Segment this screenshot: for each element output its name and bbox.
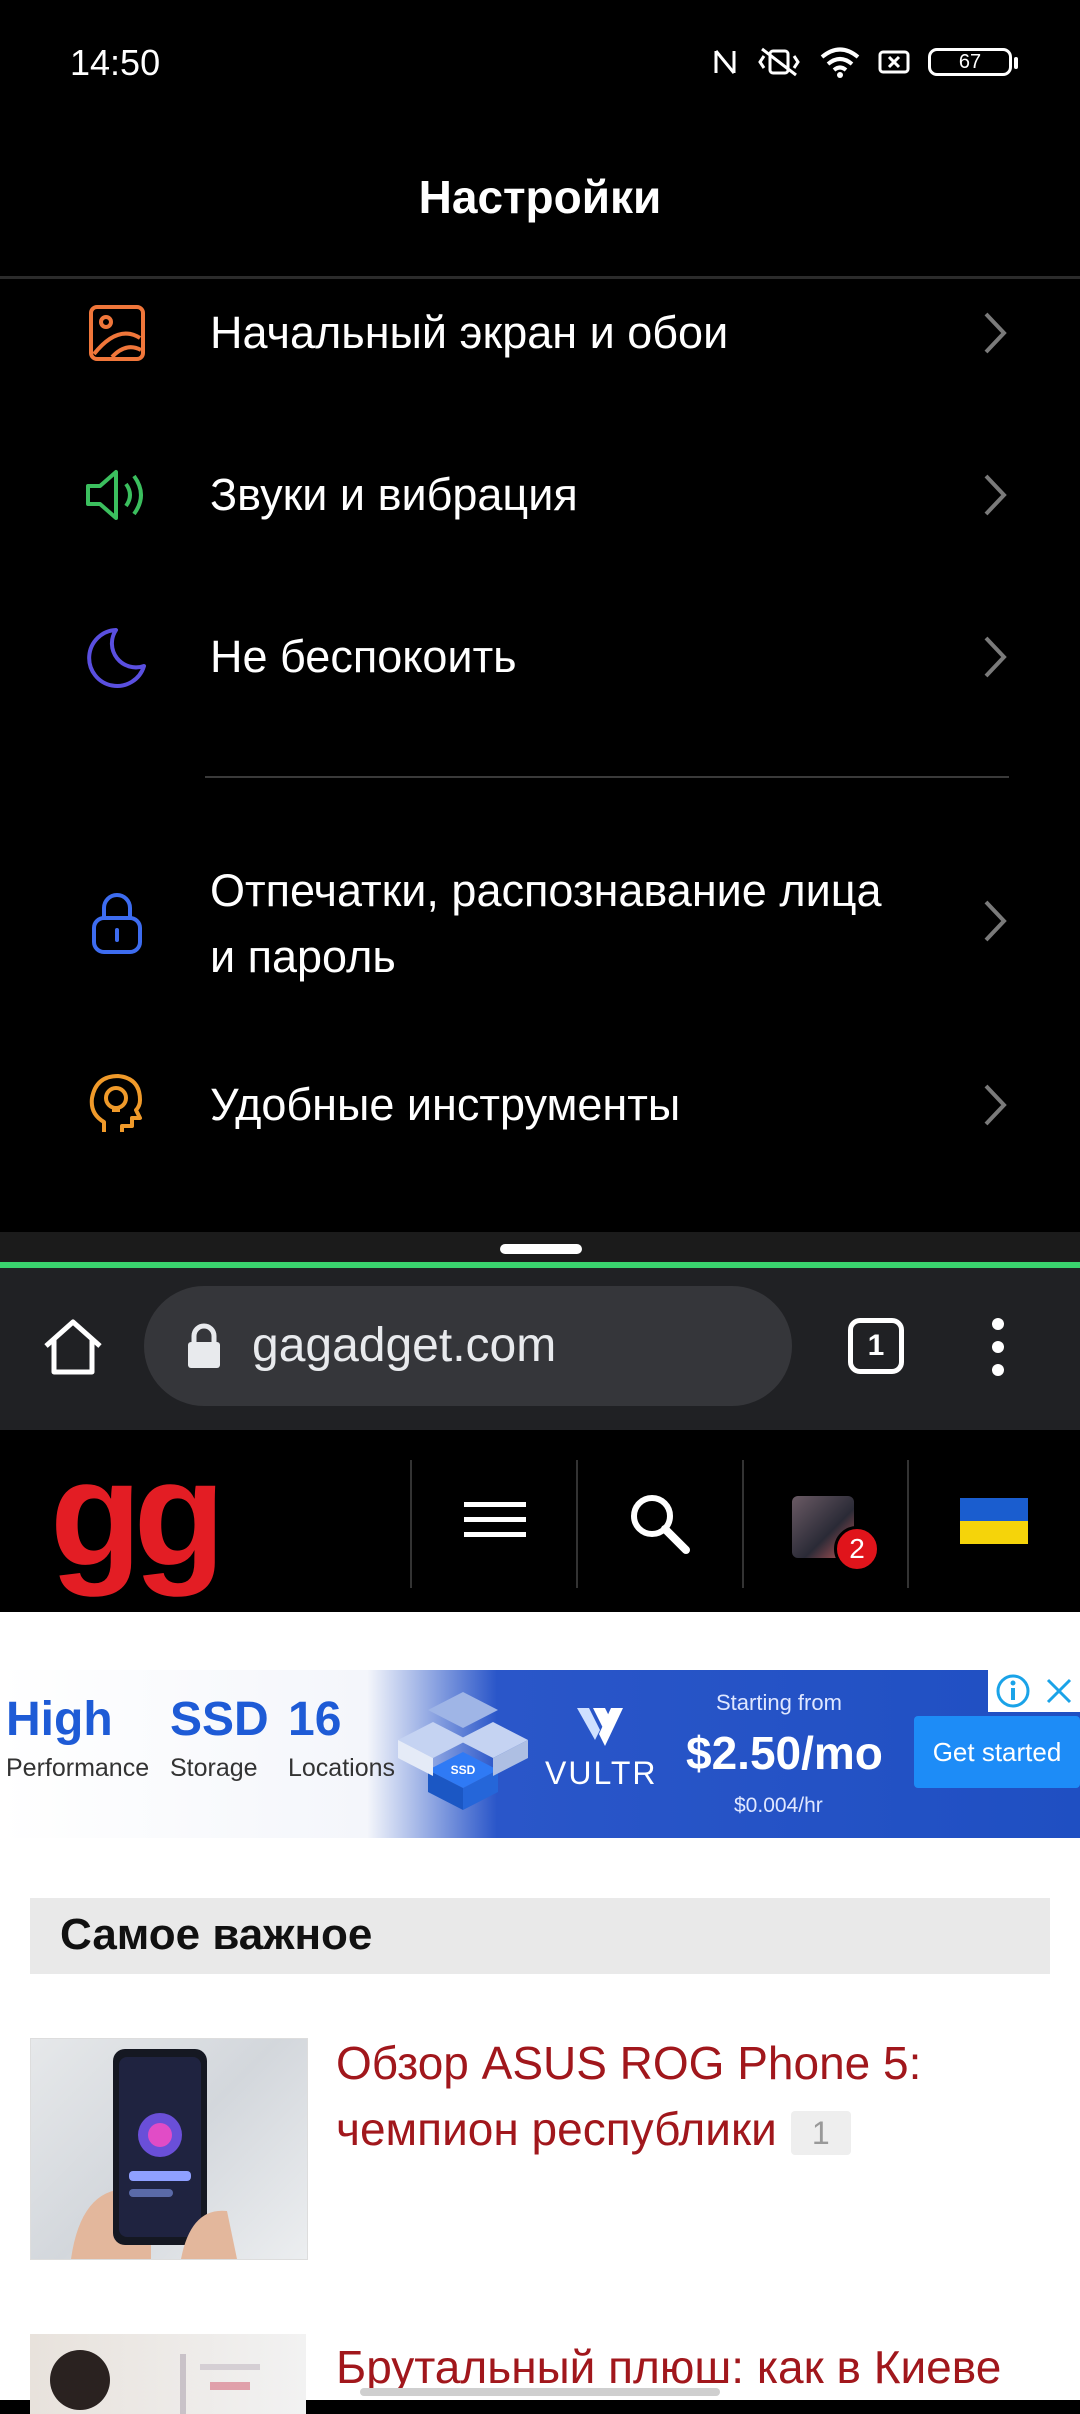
notification-badge[interactable]: 2 [834, 1526, 880, 1572]
ad-feature-label: Locations [288, 1754, 396, 1782]
ad-price: $2.50/mo [686, 1727, 883, 1779]
settings-item-label: Удобные инструменты [210, 1079, 681, 1130]
ukraine-flag-icon[interactable] [960, 1498, 1028, 1544]
ssd-cubes-graphic: SSD [398, 1692, 528, 1810]
ad-get-started-button[interactable]: Get started [914, 1716, 1080, 1788]
comment-count[interactable]: 1 [790, 2110, 851, 2155]
section-title: Самое важное [60, 1910, 373, 1959]
phone-in-hand-image [71, 2049, 237, 2259]
ssd-cube-label: SSD [451, 1763, 476, 1777]
ad-feature-value: High [6, 1693, 113, 1746]
status-bar: 14:50 67 [0, 0, 1080, 130]
ad-feature-performance: High Performance [6, 1692, 149, 1788]
article-title[interactable]: Обзор ASUS ROG Phone 5: чемпион республи… [336, 2030, 921, 2162]
lock-icon [92, 893, 142, 954]
article-title-line2[interactable]: чемпион республики [336, 2103, 777, 2155]
page-scrollbar[interactable] [360, 2388, 720, 2396]
screen-record-icon [878, 50, 910, 74]
ad-close-icon[interactable] [1044, 1676, 1074, 1706]
chevron-right-icon [984, 636, 1007, 678]
hamburger-menu-icon[interactable] [464, 1498, 526, 1542]
ad-info-icon[interactable] [995, 1673, 1031, 1709]
article-thumbnail[interactable] [30, 2038, 308, 2260]
settings-title: Настройки [418, 171, 662, 223]
chevron-right-icon [984, 312, 1007, 354]
wallpaper-icon [89, 305, 145, 361]
vibrate-off-icon [758, 47, 800, 77]
article-image [50, 2350, 260, 2414]
more-menu-icon[interactable] [978, 1312, 1018, 1382]
wifi-icon [820, 47, 860, 78]
settings-item-tools[interactable]: Удобные инструменты [0, 1030, 1080, 1180]
nfc-icon [714, 50, 736, 74]
ad-hourly-price: $0.004/hr [734, 1794, 823, 1817]
vultr-ad-banner[interactable]: High Performance SSD Storage 16 Location… [0, 1670, 1080, 1838]
article-title-line1[interactable]: Обзор ASUS ROG Phone 5: [336, 2037, 921, 2089]
status-time: 14:50 [70, 42, 161, 83]
settings-item-security[interactable]: Отпечатки, распознавание лица и пароль [0, 842, 1080, 1002]
settings-item-label: Звуки и вибрация [210, 469, 578, 520]
header-separator [576, 1460, 578, 1588]
header-separator [907, 1460, 909, 1588]
secure-lock-icon [188, 1323, 220, 1368]
status-icons: 67 [712, 46, 1018, 78]
chevron-right-icon [984, 1084, 1007, 1126]
tab-switcher-button[interactable]: 1 [848, 1318, 904, 1374]
settings-item-home-screen[interactable]: Начальный экран и обои [0, 258, 1080, 408]
ad-feature-value: SSD [170, 1693, 269, 1746]
settings-item-label: Не беспокоить [210, 631, 517, 682]
ad-choices[interactable] [988, 1670, 1080, 1712]
settings-item-do-not-disturb[interactable]: Не беспокоить [0, 582, 1080, 732]
ad-feature-value: 16 [288, 1693, 342, 1746]
ad-feature-locations: 16 Locations [288, 1692, 395, 1788]
settings-item-sounds[interactable]: Звуки и вибрация [0, 420, 1080, 570]
address-bar-url[interactable]: gagadget.com [252, 1318, 556, 1373]
article-title-line1[interactable]: Брутальный плюш: как в Киеве [336, 2341, 1001, 2393]
settings-item-label-line1: Отпечатки, распознавание лица [210, 865, 882, 916]
article-thumbnail[interactable] [30, 2334, 306, 2414]
home-icon[interactable] [38, 1312, 108, 1382]
chevron-right-icon [984, 900, 1007, 942]
vultr-logo: VULTR [545, 1706, 658, 1792]
settings-item-label-line2: и пароль [210, 931, 396, 982]
ad-feature-label: Performance [6, 1754, 150, 1782]
settings-item-label: Начальный экран и обои [210, 307, 729, 358]
ad-feature-storage: SSD Storage [170, 1692, 269, 1788]
header-separator [410, 1460, 412, 1588]
moon-icon [87, 628, 146, 688]
battery-icon: 67 [928, 48, 1018, 76]
chevron-right-icon [984, 474, 1007, 516]
vultr-wordmark: VULTR [545, 1755, 658, 1791]
ad-feature-label: Storage [170, 1754, 258, 1782]
head-bulb-icon [89, 1074, 142, 1132]
section-header: Самое важное [30, 1898, 1050, 1974]
vultr-v-icon [577, 1708, 623, 1746]
split-screen-handle[interactable] [500, 1244, 582, 1254]
settings-divider [205, 776, 1009, 778]
site-logo[interactable]: gg [50, 1438, 225, 1588]
search-icon[interactable] [626, 1490, 692, 1556]
ad-starting-from: Starting from [716, 1690, 842, 1715]
sound-icon [86, 470, 143, 520]
header-separator [742, 1460, 744, 1588]
